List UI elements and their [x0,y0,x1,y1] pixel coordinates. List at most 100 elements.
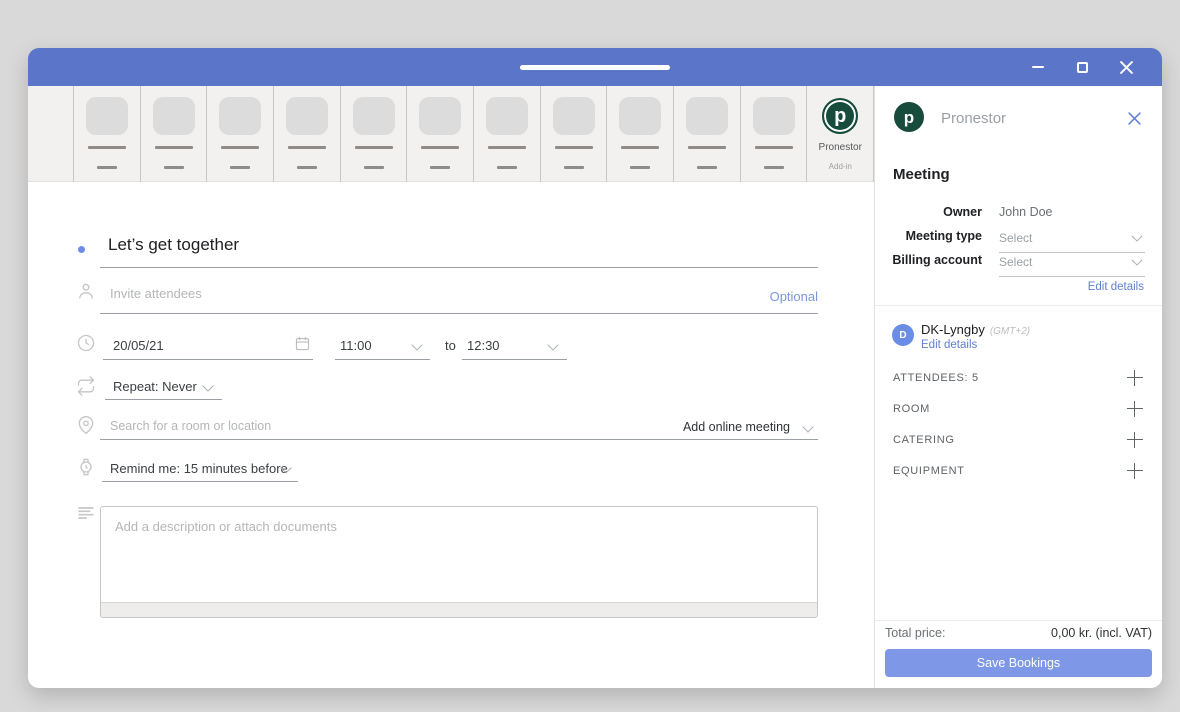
pronestor-logo-icon: p [894,102,924,132]
billing-account-value: Select [999,255,1033,269]
footer-divider [875,620,1162,621]
add-equipment-button[interactable] [1126,462,1144,480]
end-time-underline [462,359,567,360]
category-dot [78,246,85,253]
owner-label: Owner [943,205,982,219]
add-catering-button[interactable] [1126,431,1144,449]
subject-underline [100,267,818,268]
ribbon-placeholder-button[interactable] [406,86,473,182]
date-field[interactable]: 20/05/21 [113,338,164,353]
billing-account-label: Billing account [892,253,982,267]
maximize-button[interactable] [1060,48,1104,86]
attendees-category-row: ATTENDEES: 5 [893,367,1144,389]
addin-label: Pronestor [818,142,862,153]
close-window-button[interactable] [1104,48,1148,86]
calendar-icon[interactable] [294,335,311,352]
reminder-dropdown[interactable]: Remind me: 15 minutes before [110,461,288,476]
ribbon-placeholder-button[interactable] [739,86,807,182]
repeat-icon [77,376,95,396]
compose-area: p Pronestor Add-in Optional 20/05/21 [28,86,874,688]
meeting-type-label: Meeting type [905,229,982,243]
ribbon-placeholder-button[interactable] [139,86,207,182]
ribbon-placeholder-button[interactable] [539,86,607,182]
equipment-category-row: EQUIPMENT [893,460,1144,482]
add-room-button[interactable] [1126,400,1144,418]
panel-divider [875,305,1162,306]
total-price-value: 0,00 kr. (incl. VAT) [1051,626,1152,640]
to-label: to [445,338,456,353]
chevron-down-icon [1131,230,1143,242]
pronestor-panel: p Pronestor Meeting Owner John Doe Meeti… [874,86,1162,688]
pronestor-logo-letter: p [903,107,915,127]
meeting-type-select[interactable]: Select [999,229,1145,253]
save-bookings-button[interactable]: Save Bookings [885,649,1152,677]
maximize-icon [1076,61,1088,73]
pronestor-logo-letter: p [834,105,847,127]
add-attendees-button[interactable] [1126,369,1144,387]
repeat-underline [105,399,222,400]
minimize-button[interactable] [1016,48,1060,86]
pronestor-logo-icon: p [822,98,859,134]
chevron-down-icon[interactable] [411,339,423,351]
billing-account-select[interactable]: Select [999,253,1145,277]
chevron-down-icon [802,421,814,433]
subject-input[interactable] [108,235,528,255]
close-panel-button[interactable] [1128,109,1146,127]
text-lines-icon [78,507,94,519]
attachment-strip[interactable] [101,602,817,617]
catering-category-row: CATERING [893,429,1144,451]
pronestor-addin-button[interactable]: p Pronestor Add-in [806,86,874,182]
ribbon-placeholder-button[interactable] [73,86,140,182]
meeting-type-value: Select [999,231,1033,245]
total-price-label: Total price: [885,626,946,640]
window-title-placeholder [520,65,670,70]
location-pin-icon [78,416,94,435]
addin-sublabel: Add-in [828,162,852,171]
ribbon-placeholder-button[interactable] [673,86,740,182]
add-online-meeting-label: Add online meeting [682,420,790,434]
location-name-text: DK-Lyngby [921,322,985,337]
ribbon-placeholder-button[interactable] [206,86,273,182]
attendees-category-label: ATTENDEES: 5 [893,372,979,384]
meeting-form: Optional 20/05/21 11:00 to 12:30 Repeat: [28,183,874,688]
end-time-dropdown[interactable]: 12:30 [467,338,500,353]
titlebar[interactable] [28,48,1162,86]
start-time-underline [335,359,430,360]
add-online-meeting-dropdown[interactable]: Add online meeting [682,420,814,434]
chevron-down-icon[interactable] [202,380,214,392]
attendees-icon [79,283,93,299]
catering-category-label: CATERING [893,434,955,446]
edit-meeting-details-link[interactable]: Edit details [1088,281,1144,293]
room-category-label: ROOM [893,403,931,415]
total-price-row: Total price: 0,00 kr. (incl. VAT) [885,626,1152,640]
ribbon-placeholder-button[interactable] [606,86,673,182]
clock-icon [77,334,95,352]
ribbon-placeholder-button[interactable] [473,86,540,182]
close-icon [1119,60,1133,74]
edit-location-details-link[interactable]: Edit details [921,339,977,351]
chevron-down-icon [1131,254,1143,266]
panel-app-name: Pronestor [941,110,1007,127]
start-time-dropdown[interactable]: 11:00 [340,338,372,353]
room-search-input[interactable] [110,419,490,433]
location-avatar-letter: D [899,329,907,341]
owner-value: John Doe [999,205,1053,219]
date-underline [103,359,313,360]
ribbon-placeholder-button[interactable] [273,86,340,182]
description-box [100,506,818,618]
location-avatar: D [892,324,914,346]
attendees-underline [100,313,818,314]
window-controls [1016,48,1148,86]
repeat-dropdown[interactable]: Repeat: Never [113,379,197,394]
meeting-section-title: Meeting [893,166,950,183]
room-category-row: ROOM [893,398,1144,420]
minimize-icon [1032,66,1044,68]
watch-icon [80,458,92,476]
close-icon [1128,111,1141,125]
description-textarea[interactable] [101,507,817,617]
attendees-input[interactable] [110,286,530,301]
location-timezone: (GMT+2) [989,326,1031,337]
chevron-down-icon[interactable] [547,339,559,351]
ribbon-placeholder-button[interactable] [339,86,407,182]
ribbon-toolbar: p Pronestor Add-in [28,86,874,182]
